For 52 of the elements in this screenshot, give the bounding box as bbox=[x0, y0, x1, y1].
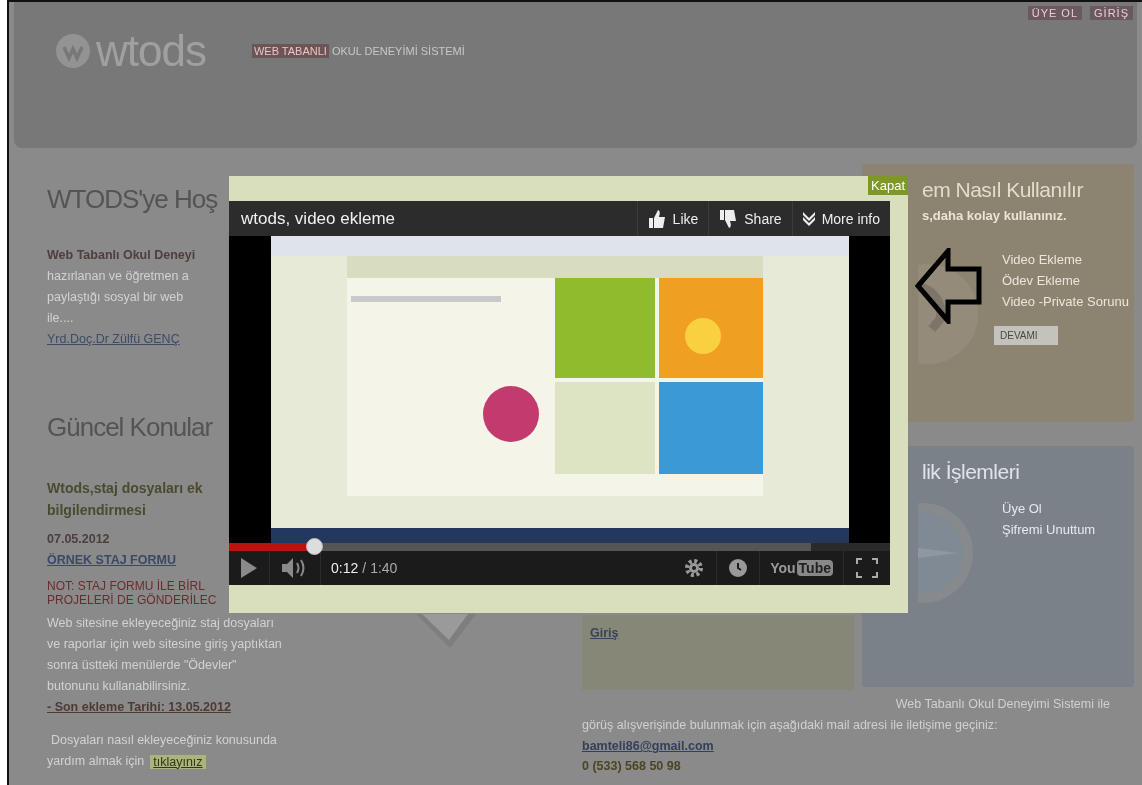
fullscreen-icon bbox=[856, 558, 878, 578]
total-time: 1:40 bbox=[370, 560, 398, 576]
contact-text: görüş alışverişinde bulunmak için aşağıdaki mail adresi ile iletişime geçiniz: bbox=[582, 717, 999, 734]
close-button[interactable]: Kapat bbox=[868, 176, 908, 195]
news-text: sonra üstteki menülerde "Ödevler" bbox=[47, 657, 237, 674]
notice-text: PROJELERİ DE GÖNDERİLEC bbox=[47, 593, 217, 607]
tagline-highlight: WEB TABANLI bbox=[251, 44, 329, 58]
header-link[interactable]: GİRİŞ bbox=[1090, 6, 1133, 20]
notice-text: NOT: STAJ FORMU İLE BİRL bbox=[47, 579, 205, 593]
usage-link[interactable]: Ödev Ekleme bbox=[1002, 270, 1081, 291]
intro-text: paylaştığı sosyal bir web bbox=[47, 289, 184, 306]
video-title[interactable]: wtods, video ekleme bbox=[229, 208, 637, 229]
help-text: Dosyaları nasıl ekleyeceğiniz konusunda bbox=[50, 732, 277, 749]
usage-link[interactable]: Video -Private Sorunu bbox=[1002, 291, 1129, 312]
header-link[interactable]: ÜYE OL bbox=[1027, 6, 1083, 20]
news-text: ve raporlar için web sitesine giriş yaptıktan bbox=[47, 636, 282, 653]
login-link[interactable]: Giriş bbox=[590, 623, 619, 644]
intro-text: hazırlanan ve öğretmen a bbox=[47, 268, 189, 285]
news-text: Web sitesine ekleyeceğiniz staj dosyaları bbox=[47, 615, 274, 632]
time-separator: / bbox=[362, 560, 367, 576]
news-text: butonunu kullanabilirsiniz. bbox=[47, 678, 191, 695]
thumb-up-icon bbox=[647, 208, 666, 229]
thumb-down-icon bbox=[719, 208, 738, 229]
intro-text: ile.... bbox=[47, 310, 74, 327]
logo-icon bbox=[56, 34, 90, 68]
panel-title: em Nasıl Kullanılır bbox=[922, 177, 1083, 203]
help-text: yardım almak için bbox=[47, 753, 145, 770]
more-button[interactable]: DEVAMI bbox=[994, 326, 1058, 345]
current-time: 0:12 bbox=[331, 560, 359, 576]
chevrons-down-icon bbox=[802, 211, 815, 226]
left-arrow-icon bbox=[915, 248, 983, 324]
intro-text: Web Tabanlı Okul Deneyi bbox=[47, 247, 196, 264]
news-headline: Wtods,staj dosyaları ek bbox=[47, 479, 203, 498]
settings-icon bbox=[684, 558, 705, 578]
panel-subtitle: s,daha kolay kullanınız. bbox=[922, 208, 1067, 223]
author-link[interactable]: Yrd.Doç.Dr Zülfü GENÇ bbox=[47, 329, 180, 350]
help-link[interactable]: tıklayınız bbox=[150, 754, 206, 769]
contact-text: Web Tabanlı Okul Deneyimi Sistemi ile bbox=[894, 696, 1111, 713]
usage-link[interactable]: Video Ekleme bbox=[1002, 249, 1082, 270]
panel-title: lik İşlemleri bbox=[922, 459, 1020, 485]
tagline: OKUL DENEYİMİ SİSTEMİ bbox=[331, 45, 465, 57]
form-link[interactable]: ÖRNEK STAJ FORMU bbox=[47, 550, 176, 571]
deadline-text: - Son ekleme Tarihi: 13.05.2012 bbox=[47, 699, 231, 716]
play-icon bbox=[241, 558, 257, 578]
account-link[interactable]: Şifremi Unuttum bbox=[1002, 519, 1096, 540]
news-headline: bilgilendirmesi bbox=[47, 501, 146, 520]
youtube-logo[interactable]: You Tube bbox=[760, 560, 843, 576]
news-date: 07.05.2012 bbox=[47, 531, 110, 548]
account-link[interactable]: Üye Ol bbox=[1002, 498, 1042, 519]
phone-number: 0 (533) 568 50 98 bbox=[582, 758, 681, 775]
email-link[interactable]: bamteli86@gmail.com bbox=[582, 736, 714, 757]
clock-icon bbox=[729, 559, 748, 577]
